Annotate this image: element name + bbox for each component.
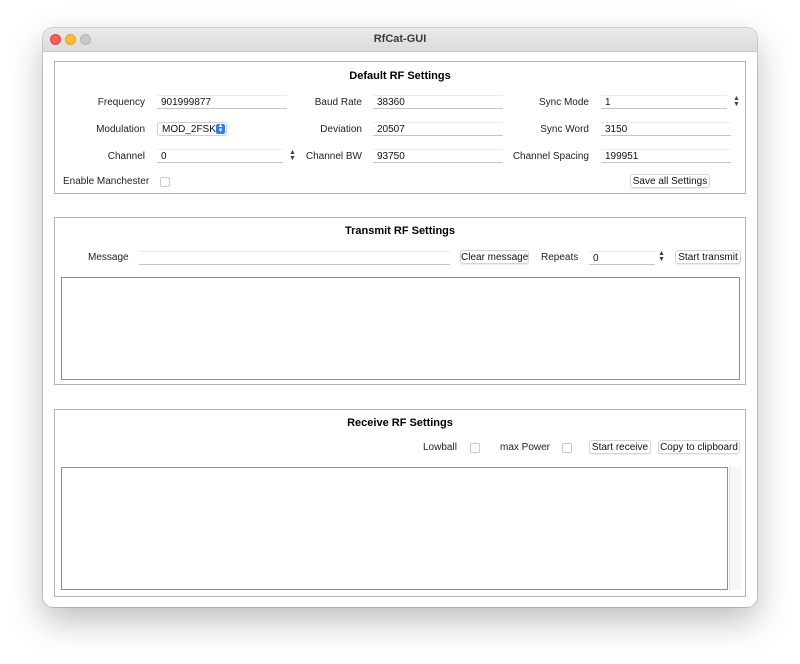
lowball-label: Lowball bbox=[423, 442, 457, 453]
combo-arrows-icon: ▲ ▼ bbox=[216, 123, 225, 134]
repeats-spinner-arrows-icon[interactable]: ▲ ▼ bbox=[657, 250, 666, 265]
clear-message-button[interactable]: Clear message bbox=[460, 250, 529, 264]
channel-spacing-label: Channel Spacing bbox=[512, 151, 589, 162]
sync-word-label: Sync Word bbox=[540, 124, 589, 135]
copy-to-clipboard-button[interactable]: Copy to clipboard bbox=[658, 440, 740, 454]
modulation-select[interactable]: MOD_2FSK ▲ ▼ bbox=[157, 122, 227, 136]
transmit-rf-settings-group: Transmit RF Settings Message Clear messa… bbox=[54, 217, 746, 385]
modulation-value: MOD_2FSK bbox=[162, 124, 216, 135]
modulation-label: Modulation bbox=[96, 124, 145, 135]
message-label: Message bbox=[88, 252, 129, 263]
message-input[interactable] bbox=[139, 251, 450, 265]
default-rf-settings-group: Default RF Settings Frequency 901999877 … bbox=[54, 61, 746, 194]
max-power-checkbox[interactable] bbox=[562, 443, 572, 453]
repeats-input[interactable]: 0 bbox=[589, 251, 655, 265]
frequency-label: Frequency bbox=[97, 97, 145, 108]
lowball-checkbox[interactable] bbox=[470, 443, 480, 453]
start-receive-button[interactable]: Start receive bbox=[589, 440, 651, 454]
start-transmit-button[interactable]: Start transmit bbox=[675, 250, 741, 264]
deviation-input[interactable]: 20507 bbox=[373, 122, 503, 136]
window-title: RfCat-GUI bbox=[373, 33, 427, 45]
group-title: Default RF Settings bbox=[349, 70, 451, 82]
group-title: Receive RF Settings bbox=[347, 417, 453, 429]
main-content: Default RF Settings Frequency 901999877 … bbox=[43, 52, 757, 607]
sync-mode-spinner-arrows-icon[interactable]: ▲ ▼ bbox=[732, 95, 741, 110]
manchester-checkbox[interactable] bbox=[160, 177, 170, 187]
deviation-label: Deviation bbox=[320, 124, 362, 135]
channel-bw-label: Channel BW bbox=[305, 151, 362, 162]
channel-bw-input[interactable]: 93750 bbox=[373, 149, 503, 163]
group-title: Transmit RF Settings bbox=[344, 225, 456, 237]
app-window: RfCat-GUI Default RF Settings Frequency … bbox=[43, 28, 757, 607]
baud-rate-label: Baud Rate bbox=[314, 97, 362, 108]
repeats-label: Repeats bbox=[541, 252, 579, 263]
baud-rate-input[interactable]: 38360 bbox=[373, 95, 503, 109]
channel-spacing-input[interactable]: 199951 bbox=[601, 149, 731, 163]
receive-rf-settings-group: Receive RF Settings Lowball max Power St… bbox=[54, 409, 746, 597]
sync-word-input[interactable]: 3150 bbox=[601, 122, 731, 136]
transmit-output-area[interactable] bbox=[61, 277, 740, 380]
manchester-label: Enable Manchester bbox=[63, 176, 150, 187]
channel-label: Channel bbox=[107, 151, 145, 162]
receive-output-area[interactable] bbox=[61, 467, 728, 590]
save-all-settings-button[interactable]: Save all Settings bbox=[630, 174, 710, 188]
sync-mode-label: Sync Mode bbox=[538, 97, 589, 108]
receive-output-scrollbar[interactable] bbox=[729, 467, 741, 590]
sync-mode-input[interactable]: 1 bbox=[601, 95, 727, 109]
max-power-label: max Power bbox=[500, 442, 551, 453]
title-bar[interactable]: RfCat-GUI bbox=[43, 28, 757, 52]
